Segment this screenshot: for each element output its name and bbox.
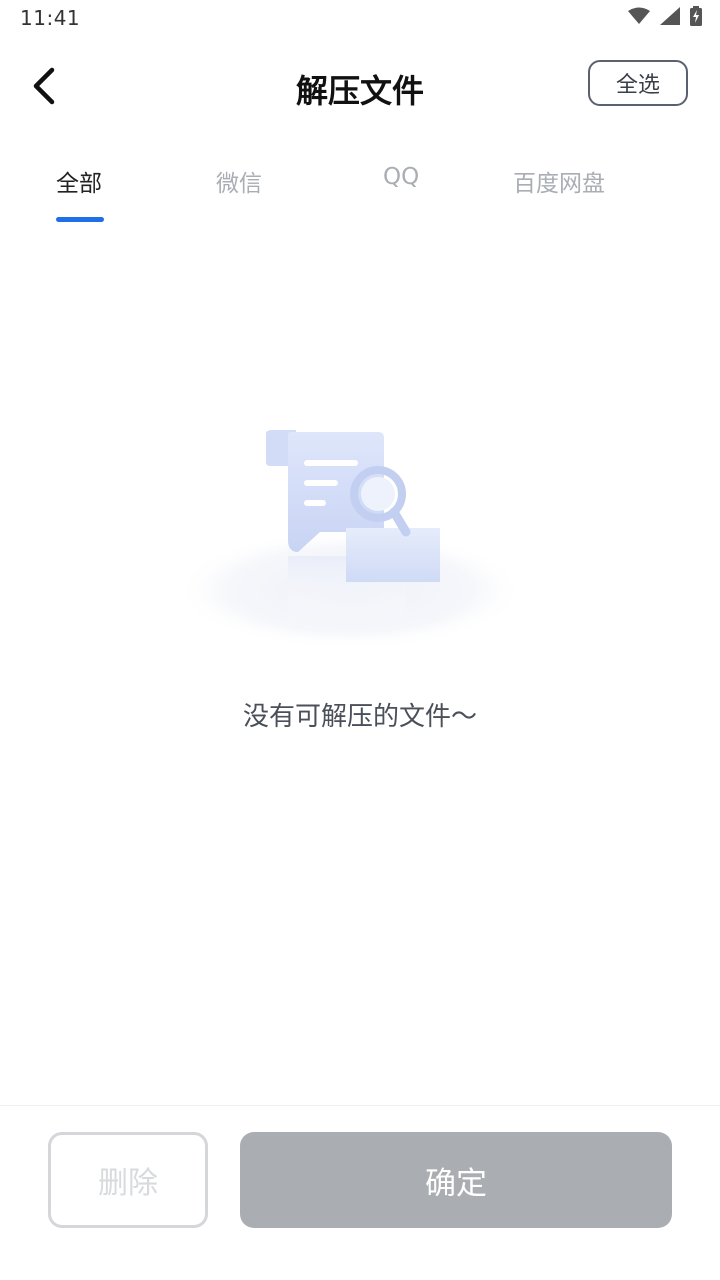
delete-button[interactable]: 删除 (48, 1132, 208, 1228)
wifi-icon (628, 7, 650, 24)
confirm-button[interactable]: 确定 (240, 1132, 672, 1228)
cellular-signal-icon (660, 7, 680, 25)
status-icons (628, 6, 702, 26)
active-tab-indicator (56, 217, 104, 222)
status-bar: 11:41 (0, 0, 720, 36)
tab-wechat[interactable]: 微信 (216, 164, 262, 198)
tab-bar: 全部 微信 QQ 百度网盘 (0, 160, 720, 230)
tab-all[interactable]: 全部 (56, 164, 102, 198)
tab-qq[interactable]: QQ (383, 164, 419, 190)
header: 解压文件 全选 (0, 52, 720, 120)
select-all-button[interactable]: 全选 (588, 60, 688, 106)
extract-files-screen: 11:41 解压文件 全选 全部 微信 QQ 百度网盘 没有可解压的文件～ 删除… (0, 0, 720, 1280)
empty-state-message: 没有可解压的文件～ (242, 702, 477, 732)
status-time: 11:41 (20, 6, 81, 30)
bottom-divider (0, 1105, 720, 1106)
document-search-icon (170, 420, 530, 670)
tab-baidu-netdisk[interactable]: 百度网盘 (513, 164, 605, 198)
battery-charging-icon (690, 6, 702, 26)
